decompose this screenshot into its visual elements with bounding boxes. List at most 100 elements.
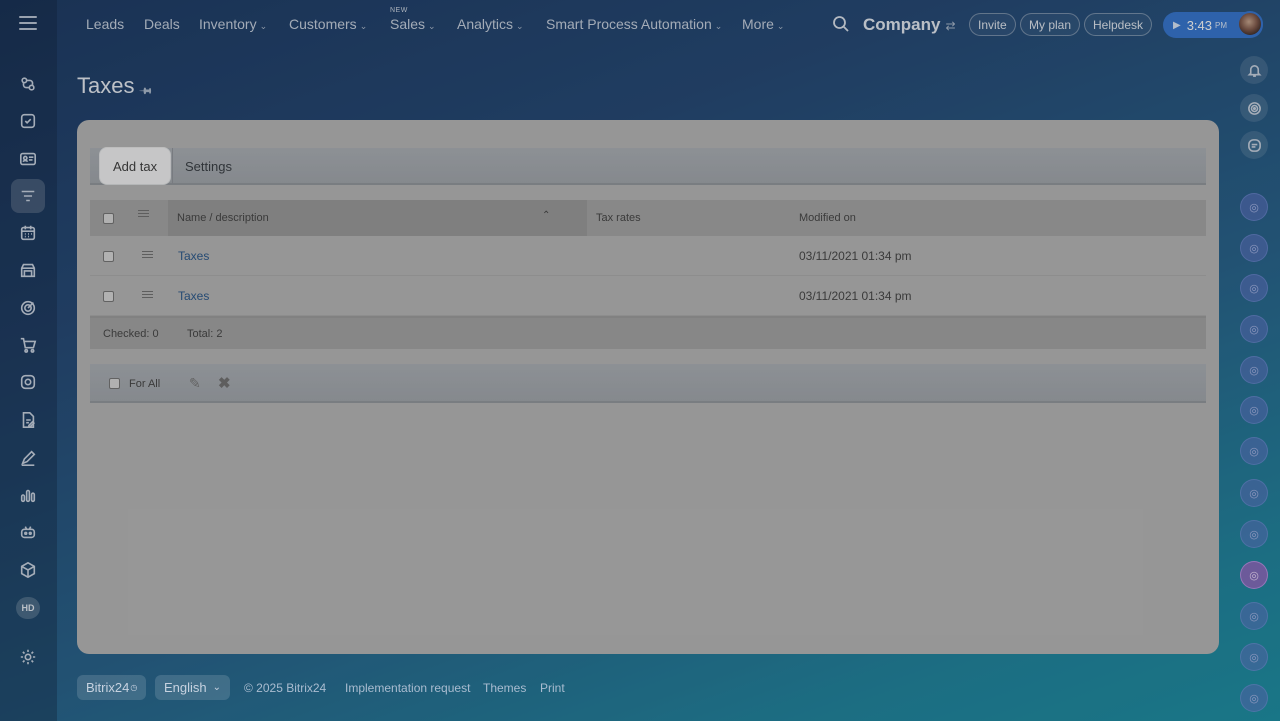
sign-icon[interactable]: [11, 441, 45, 475]
bell-icon[interactable]: [1240, 56, 1268, 84]
checked-count: Checked: 0: [103, 328, 159, 340]
tax-name-link[interactable]: Taxes: [178, 249, 209, 263]
gear-icon[interactable]: [11, 640, 45, 674]
column-header-name[interactable]: Name / description: [177, 212, 269, 224]
tax-name-link[interactable]: Taxes: [178, 289, 209, 303]
box-icon[interactable]: [11, 553, 45, 587]
table-row[interactable]: Taxes 03/11/2021 01:34 pm: [90, 236, 1206, 276]
my-plan-button[interactable]: My plan: [1020, 13, 1081, 36]
left-sidebar: HD: [0, 0, 57, 721]
column-settings-icon[interactable]: [138, 210, 149, 218]
clock-time: 3:43: [1186, 17, 1213, 33]
document-icon[interactable]: [11, 403, 45, 437]
row-checkbox[interactable]: [103, 291, 114, 302]
play-icon: ▶: [1173, 19, 1181, 31]
search-icon[interactable]: [832, 15, 850, 33]
new-badge: NEW: [390, 7, 408, 14]
right-sidebar: ◎ ◎ ◎ ◎ ◎ ◎ ◎ ◎ ◎ ◎ ◎ ◎ ◎: [1224, 50, 1280, 721]
contact-avatar[interactable]: ◎: [1240, 356, 1268, 384]
menu-burger-icon[interactable]: [19, 16, 37, 30]
chevron-down-icon: ⌄: [359, 21, 368, 31]
sort-asc-icon[interactable]: ⌃: [542, 210, 550, 221]
user-avatar[interactable]: [1237, 11, 1263, 37]
nav-analytics[interactable]: Analytics ⌄: [457, 16, 524, 32]
nav-more[interactable]: More ⌄: [742, 16, 784, 32]
company-switcher[interactable]: Company ⇄: [863, 15, 956, 35]
delete-icon[interactable]: ✖: [218, 374, 231, 392]
chevron-down-icon: ⌄: [428, 21, 436, 31]
print-link[interactable]: Print: [540, 681, 565, 695]
settings-button[interactable]: Settings: [172, 148, 244, 184]
contact-center-icon[interactable]: [11, 142, 45, 176]
contact-avatar[interactable]: ◎: [1240, 602, 1268, 630]
select-all-checkbox[interactable]: [103, 213, 114, 224]
row-actions-icon[interactable]: [142, 291, 153, 299]
clock-icon: ◷: [130, 683, 138, 692]
pin-icon[interactable]: 🖈: [134, 80, 157, 103]
top-navigation: Leads Deals Inventory ⌄ Customers ⌄ NEW Sa…: [57, 0, 1280, 50]
edit-icon[interactable]: ✎: [189, 375, 201, 392]
implementation-request-link[interactable]: Implementation request: [345, 681, 470, 695]
support-icon[interactable]: [11, 365, 45, 399]
for-all-label: For All: [129, 378, 161, 390]
chat-icon[interactable]: [1240, 131, 1268, 159]
nav-customers[interactable]: Customers ⌄: [289, 16, 367, 32]
contact-avatar[interactable]: ◎: [1240, 193, 1268, 221]
invite-button[interactable]: Invite: [969, 13, 1016, 36]
chevron-down-icon: ⌄: [212, 682, 222, 693]
page-title: Taxes: [77, 73, 135, 98]
chevron-down-icon: ⌄: [776, 21, 785, 31]
contact-avatar[interactable]: ◎: [1240, 684, 1268, 712]
hd-badge[interactable]: HD: [16, 597, 40, 619]
row-actions-icon[interactable]: [142, 251, 153, 259]
nav-smart-process-automation[interactable]: Smart Process Automation ⌄: [546, 16, 722, 32]
column-header-modified[interactable]: Modified on: [799, 212, 856, 224]
crm-icon[interactable]: [11, 67, 45, 101]
contact-avatar[interactable]: ◎: [1240, 234, 1268, 262]
contact-avatar[interactable]: ◎: [1240, 315, 1268, 343]
calendar-icon[interactable]: [11, 216, 45, 250]
contact-avatar[interactable]: ◎: [1240, 643, 1268, 671]
bitrix24-brand-button[interactable]: Bitrix24 ◷: [77, 675, 147, 700]
target-icon[interactable]: [11, 291, 45, 325]
analytics-icon[interactable]: [11, 478, 45, 512]
table-row[interactable]: Taxes 03/11/2021 01:34 pm: [90, 276, 1206, 316]
column-header-tax-rates[interactable]: Tax rates: [596, 212, 641, 224]
cart-icon[interactable]: [11, 328, 45, 362]
contact-avatar[interactable]: ◎: [1240, 437, 1268, 465]
language-select[interactable]: English ⌄: [155, 675, 231, 700]
toolbar: Add tax Settings: [90, 148, 1206, 185]
contact-avatar[interactable]: ◎: [1240, 396, 1268, 424]
nav-inventory[interactable]: Inventory ⌄: [199, 16, 267, 32]
copyright: © 2025 Bitrix24: [244, 681, 327, 695]
chevron-down-icon: ⌄: [516, 21, 524, 31]
tasks-icon[interactable]: [11, 104, 45, 138]
taxes-grid: Name / description ⌃ Tax rates Modified …: [90, 200, 1206, 349]
grid-footer: Checked: 0 Total: 2: [90, 316, 1206, 349]
contact-avatar[interactable]: ◎: [1240, 479, 1268, 507]
contact-avatar[interactable]: ◎: [1240, 274, 1268, 302]
grid-header: Name / description ⌃ Tax rates Modified …: [90, 200, 1206, 236]
swap-icon: ⇄: [945, 19, 956, 33]
store-icon[interactable]: [11, 253, 45, 287]
clock-ampm: PM: [1215, 20, 1228, 30]
row-checkbox[interactable]: [103, 251, 114, 262]
modified-date: 03/11/2021 01:34 pm: [799, 289, 912, 303]
for-all-checkbox[interactable]: [109, 378, 120, 389]
modified-date: 03/11/2021 01:34 pm: [799, 249, 912, 263]
copilot-icon[interactable]: [1240, 94, 1268, 122]
nav-leads[interactable]: Leads: [86, 16, 124, 32]
filter-icon[interactable]: [11, 179, 45, 213]
contact-avatar-highlighted[interactable]: ◎: [1240, 561, 1268, 589]
action-panel: For All ✎ ✖: [90, 364, 1206, 403]
total-count: Total: 2: [187, 328, 223, 340]
nav-sales[interactable]: Sales ⌄: [390, 16, 436, 32]
chevron-down-icon: ⌄: [259, 21, 268, 31]
add-tax-button[interactable]: Add tax: [100, 148, 171, 184]
helpdesk-button[interactable]: Helpdesk: [1084, 13, 1153, 36]
nav-deals[interactable]: Deals: [144, 16, 180, 32]
contact-avatar[interactable]: ◎: [1240, 520, 1268, 548]
themes-link[interactable]: Themes: [483, 681, 526, 695]
content-card: Add tax Settings Name / description ⌃ Ta…: [77, 120, 1219, 654]
robot-icon[interactable]: [11, 515, 45, 549]
